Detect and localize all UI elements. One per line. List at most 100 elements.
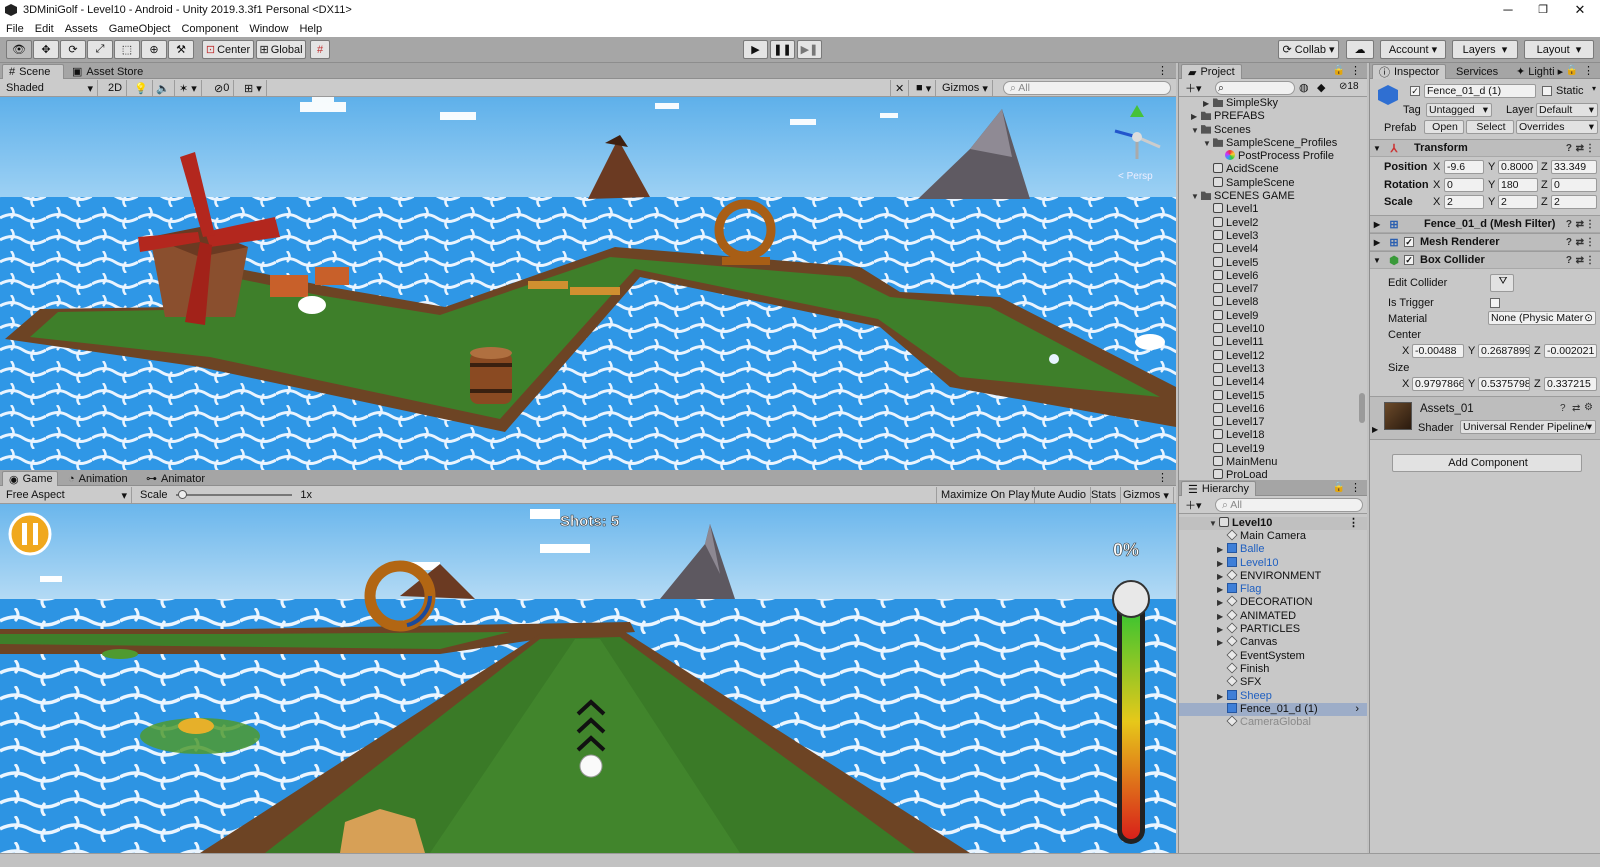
menu-gameobject[interactable]: GameObject	[109, 23, 171, 35]
prefab-open-button[interactable]: Open	[1424, 120, 1464, 134]
expand-arrow-icon[interactable]: ▼	[1209, 517, 1219, 530]
is-trigger-checkbox[interactable]	[1490, 298, 1500, 308]
hierarchy-create-button[interactable]: ＋ ▾	[1181, 497, 1206, 513]
expand-arrow-icon[interactable]: ▼	[1191, 124, 1201, 137]
hierarchy-item[interactable]: Main Camera	[1179, 529, 1367, 543]
project-item[interactable]: Level4	[1179, 243, 1367, 256]
hierarchy-item[interactable]: ▶ DECORATION	[1179, 595, 1367, 609]
mode-2d-button[interactable]: 2D	[104, 80, 128, 96]
hierarchy-item[interactable]: CameraGlobal	[1179, 715, 1367, 729]
project-scrollbar[interactable]	[1359, 393, 1365, 423]
game-viewport[interactable]: Shots: 5 0%	[0, 504, 1176, 853]
scale-x-field[interactable]: 2	[1444, 195, 1484, 209]
project-item[interactable]: Level13	[1179, 362, 1367, 376]
rotation-z-field[interactable]: 0	[1551, 178, 1597, 192]
static-dropdown-icon[interactable]: ▾	[1592, 84, 1596, 93]
preset-icon[interactable]: ⇄	[1576, 237, 1584, 248]
camera-dropdown[interactable]: ■ ▾	[912, 80, 937, 96]
tab-asset-store[interactable]: ▣ Asset Store	[66, 64, 149, 79]
static-checkbox[interactable]	[1542, 86, 1552, 96]
rotation-y-field[interactable]: 180	[1498, 178, 1538, 192]
expand-arrow-icon[interactable]: ▶	[1203, 97, 1213, 110]
help-icon[interactable]: ?	[1566, 219, 1572, 230]
project-item[interactable]: Level5	[1179, 256, 1367, 270]
shading-mode-dropdown[interactable]: Shaded ▾	[2, 80, 98, 96]
expand-arrow-icon[interactable]: ▼	[1191, 190, 1201, 203]
pivot-center-button[interactable]: ⊡ Center	[202, 40, 254, 59]
project-item[interactable]: Level18	[1179, 429, 1367, 442]
project-item[interactable]: Level8	[1179, 296, 1367, 309]
hierarchy-item[interactable]: ▶ PARTICLES	[1179, 622, 1367, 636]
scene-search-input[interactable]: ⌕ All	[1003, 81, 1171, 95]
pause-button[interactable]	[10, 514, 50, 554]
scale-tool-button[interactable]: ⤢	[87, 40, 113, 59]
expand-arrow-icon[interactable]: ▼	[1203, 137, 1213, 150]
prefab-overrides-dropdown[interactable]: Overrides ▾	[1516, 120, 1598, 134]
minimize-button[interactable]: ─	[1490, 0, 1526, 20]
pause-button[interactable]: ❚❚	[770, 40, 795, 59]
menu-assets[interactable]: Assets	[65, 23, 98, 35]
project-item[interactable]: Level16	[1179, 402, 1367, 416]
project-item[interactable]: PostProcess Profile	[1179, 150, 1367, 163]
component-menu-icon[interactable]: ⋮	[1585, 143, 1595, 154]
component-menu-icon[interactable]: ⋮	[1585, 219, 1595, 230]
expand-arrow-icon[interactable]: ▶	[1191, 110, 1201, 123]
hidden-objects-toggle[interactable]: ⊘ 0	[210, 80, 235, 96]
component-menu-icon[interactable]: ⋮	[1585, 255, 1595, 266]
add-component-button[interactable]: Add Component	[1392, 454, 1582, 472]
box-collider-header[interactable]: ▼ ⬢ ✓ Box Collider ? ⇄ ⋮	[1370, 251, 1600, 269]
menu-window[interactable]: Window	[249, 23, 288, 35]
close-button[interactable]: ✕	[1562, 0, 1598, 20]
step-button[interactable]: ▶❚	[797, 40, 822, 59]
tab-hierarchy[interactable]: ☰ Hierarchy	[1181, 481, 1256, 496]
maximize-button[interactable]: ❐	[1525, 0, 1561, 20]
edit-collider-button[interactable]: ⛛	[1490, 274, 1514, 292]
aspect-dropdown[interactable]: Free Aspect ▾	[2, 487, 132, 503]
expand-arrow-icon[interactable]: ▶	[1372, 425, 1378, 434]
tab-inspector[interactable]: ⓘ Inspector	[1372, 64, 1447, 79]
custom-tool-button[interactable]: ⚒	[168, 40, 194, 59]
expand-arrow-icon[interactable]: ▶	[1217, 543, 1227, 556]
mesh-filter-header[interactable]: ▶ ⊞ Fence_01_d (Mesh Filter) ? ⇄ ⋮	[1370, 215, 1600, 233]
maximize-on-play-toggle[interactable]: Maximize On Play	[936, 487, 1035, 503]
stats-toggle[interactable]: Stats	[1087, 487, 1122, 503]
project-item[interactable]: Level9	[1179, 309, 1367, 323]
tab-animator[interactable]: ⊶ Animator	[140, 471, 211, 486]
project-item[interactable]: Level10	[1179, 323, 1367, 336]
project-item[interactable]: Level7	[1179, 283, 1367, 296]
rotate-tool-button[interactable]: ⟳	[60, 40, 86, 59]
mute-audio-toggle[interactable]: Mute Audio	[1027, 487, 1092, 503]
component-menu-icon[interactable]: ⋮	[1585, 237, 1595, 248]
position-z-field[interactable]: 33.349	[1551, 160, 1597, 174]
project-item[interactable]: AcidScene	[1179, 163, 1367, 176]
project-item[interactable]: Level6	[1179, 269, 1367, 283]
lock-icon[interactable]: 🔒	[1333, 482, 1345, 493]
help-icon[interactable]: ?	[1560, 403, 1566, 414]
scene-viewport[interactable]: < Persp	[0, 97, 1176, 470]
position-x-field[interactable]: -9.6	[1444, 160, 1484, 174]
tag-dropdown[interactable]: Untagged ▾	[1426, 103, 1492, 117]
mesh-renderer-enabled-checkbox[interactable]: ✓	[1404, 237, 1414, 247]
panel-menu-icon[interactable]: ⋮	[1350, 64, 1361, 77]
tab-game[interactable]: ◉ Game	[2, 471, 58, 486]
lock-icon[interactable]: 🔒	[1566, 65, 1578, 76]
expand-arrow-icon[interactable]: ▶	[1217, 583, 1227, 596]
filter-label-icon[interactable]: ◆	[1317, 81, 1325, 94]
project-item[interactable]: Level11	[1179, 336, 1367, 349]
scale-y-field[interactable]: 2	[1498, 195, 1538, 209]
collapse-arrow-icon[interactable]: ▼	[1370, 144, 1384, 153]
collab-button[interactable]: ⟳ Collab ▾	[1278, 40, 1339, 59]
mesh-renderer-header[interactable]: ▶ ⊞ ✓ Mesh Renderer ? ⇄ ⋮	[1370, 233, 1600, 251]
center-z-field[interactable]: -0.002021	[1544, 344, 1597, 358]
menu-help[interactable]: Help	[299, 23, 322, 35]
project-search-input[interactable]: ⌕	[1215, 81, 1295, 95]
prefab-select-button[interactable]: Select	[1466, 120, 1514, 134]
panel-menu-icon[interactable]: ⋮	[1157, 471, 1168, 484]
project-item[interactable]: ▼ SCENES GAME	[1179, 190, 1367, 203]
menu-component[interactable]: Component	[181, 23, 238, 35]
position-y-field[interactable]: 0.8000	[1498, 160, 1538, 174]
center-y-field[interactable]: 0.2687899	[1478, 344, 1530, 358]
preset-icon[interactable]: ⇄	[1576, 143, 1584, 154]
lock-icon[interactable]: 🔒	[1333, 65, 1345, 76]
scene-tools-button[interactable]: ✕	[890, 80, 910, 96]
